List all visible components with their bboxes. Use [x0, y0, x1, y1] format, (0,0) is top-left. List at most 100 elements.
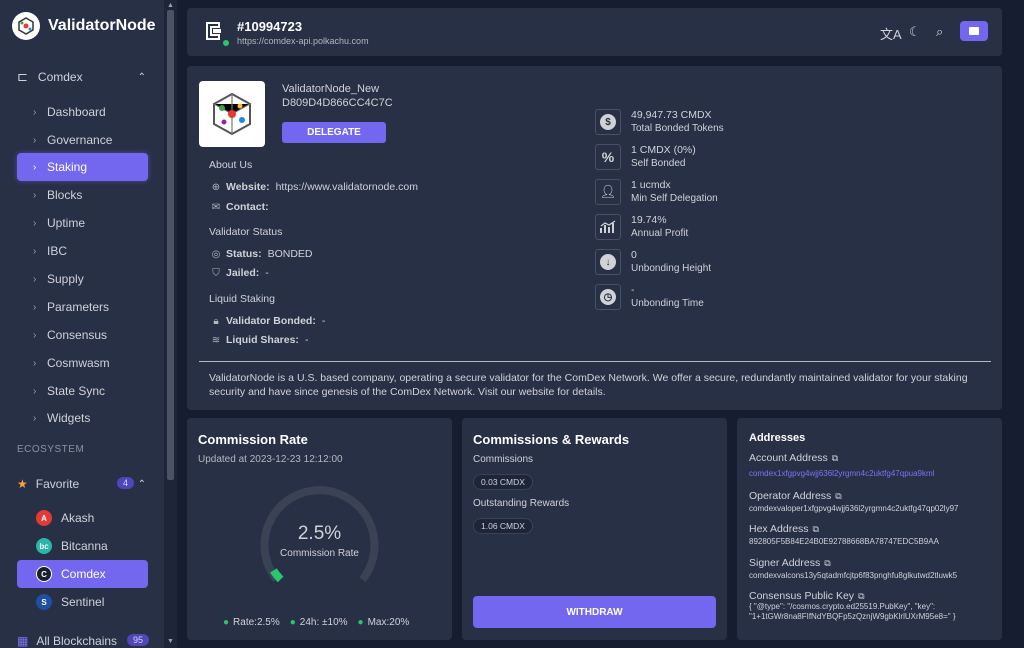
block-height[interactable]: #10994723 — [237, 19, 302, 34]
copy-icon[interactable]: ⧉ — [835, 491, 841, 501]
sidebar-item-cosmwasm[interactable]: › Cosmwasm — [17, 349, 148, 377]
sidebar-group-favorite[interactable]: ★ Favorite 4 ⌃ — [17, 473, 148, 495]
stat-label: Annual Profit — [631, 228, 689, 239]
sidebar-item-uptime[interactable]: › Uptime — [17, 209, 148, 237]
jailed-value: - — [265, 267, 269, 279]
scroll-down-arrow-icon[interactable]: ▼ — [167, 638, 174, 645]
gauge-fill — [270, 568, 284, 583]
chevron-right-icon: › — [33, 134, 37, 146]
sidebar-all-blockchains[interactable]: ▦ All Blockchains 95 — [17, 630, 150, 648]
validator-moniker: ValidatorNode_New — [282, 83, 380, 95]
chevron-right-icon: › — [33, 161, 37, 173]
comdex-icon: ⊏ — [17, 69, 28, 84]
consensus-pubkey-label: Consensus Public Key ⧉ — [749, 590, 865, 602]
divider — [199, 361, 991, 362]
favorite-count-badge: 4 — [117, 477, 135, 489]
commission-stats: ● Rate:2.5% ● 24h: ±10% ● Max:20% — [223, 617, 409, 628]
validatornode-logo-icon — [12, 12, 40, 40]
sidebar-scrollbar[interactable]: ▲ ▼ — [164, 0, 177, 648]
chevron-up-icon: ⌃ — [137, 71, 146, 83]
percent-icon: % — [595, 144, 621, 170]
sidebar-item-staking[interactable]: › Staking — [17, 153, 148, 181]
stat-label: Min Self Delegation — [631, 193, 718, 204]
h24-stat: ● 24h: ±10% — [289, 617, 348, 628]
sidebar-item-label: State Sync — [47, 384, 106, 398]
liquid-staking-title: Liquid Staking — [209, 293, 275, 305]
sidebar-item-consensus[interactable]: › Consensus — [17, 321, 148, 349]
copy-icon[interactable]: ⧉ — [832, 453, 838, 463]
dot-icon: ● — [223, 617, 230, 628]
addresses-title: Addresses — [749, 432, 806, 444]
sidebar-item-governance[interactable]: › Governance — [17, 126, 148, 154]
brand[interactable]: ValidatorNode — [12, 12, 156, 40]
copy-icon[interactable]: ⧉ — [824, 558, 830, 568]
chain-item-sentinel[interactable]: S Sentinel — [17, 588, 148, 616]
search-icon[interactable]: ⌕ — [936, 24, 943, 40]
outstanding-amount: 1.06 CMDX — [473, 518, 533, 534]
bitcanna-icon: bc — [36, 538, 52, 554]
chevron-right-icon: › — [33, 245, 37, 257]
scrollbar-thumb[interactable] — [167, 10, 174, 480]
dollar-icon: $ — [595, 109, 621, 135]
chevron-right-icon: › — [33, 412, 37, 424]
copy-icon[interactable]: ⧉ — [813, 524, 819, 534]
chain-item-akash[interactable]: A Akash — [17, 504, 148, 532]
status-label: Status: — [226, 248, 262, 260]
translate-icon[interactable]: 文A — [880, 24, 902, 43]
sidebar-item-supply[interactable]: › Supply — [17, 265, 148, 293]
sidebar-item-blocks[interactable]: › Blocks — [17, 181, 148, 209]
online-status-dot — [223, 40, 229, 46]
sidebar-item-label: IBC — [47, 244, 68, 258]
stat-value: - — [631, 284, 635, 296]
waves-icon: ≋ — [211, 334, 221, 346]
delegate-button[interactable]: DELEGATE — [282, 122, 386, 143]
chevron-right-icon: › — [33, 329, 37, 341]
liquid-shares-label: Liquid Shares: — [226, 334, 299, 346]
stat-unbonding-time: ◷ - Unbonding Time — [595, 284, 704, 311]
akash-icon: A — [36, 510, 52, 526]
sidebar-item-label: Blocks — [47, 188, 83, 202]
chain-item-bitcanna[interactable]: bc Bitcanna — [17, 532, 148, 560]
withdraw-button[interactable]: WITHDRAW — [473, 596, 716, 628]
rpc-endpoint-url: https://comdex-api.polkachu.com — [237, 36, 369, 46]
sidebar-item-dashboard[interactable]: › Dashboard — [17, 98, 148, 126]
account-address-link[interactable]: comdex1xfgpvg4wjj636l2yrgmn4c2uktfg47qpu… — [749, 469, 934, 478]
stat-label: Unbonding Height — [631, 263, 712, 274]
stat-label: Total Bonded Tokens — [631, 123, 724, 134]
favorite-label: Favorite — [35, 477, 80, 491]
validator-bonded-row: 🔒︎ Validator Bonded: - — [210, 315, 325, 327]
stat-min-self-delegation: 👤︎ 1 ucmdx Min Self Delegation — [595, 179, 718, 206]
website-label: Website: — [226, 181, 270, 193]
status-value: BONDED — [267, 248, 313, 260]
sidebar-item-label: Dashboard — [47, 105, 106, 119]
stat-self-bonded: % 1 CMDX (0%) Self Bonded — [595, 144, 696, 171]
commissions-amount: 0.03 CMDX — [473, 474, 533, 490]
sidebar-item-parameters[interactable]: › Parameters — [17, 293, 148, 321]
sidebar-group-comdex[interactable]: ⊏ Comdex ⌃ — [17, 66, 148, 88]
liquid-shares-value: - — [304, 334, 309, 346]
sidebar-item-widgets[interactable]: › Widgets — [17, 404, 148, 432]
dot-icon: ● — [357, 617, 364, 628]
chain-item-comdex[interactable]: C Comdex — [17, 560, 148, 588]
user-icon: 👤︎ — [595, 179, 621, 205]
commission-rate-card: Commission Rate Updated at 2023-12-23 12… — [187, 418, 452, 640]
sidebar-item-ibc[interactable]: › IBC — [17, 237, 148, 265]
commission-label: Commission Rate — [280, 548, 359, 559]
validator-bonded-value: - — [321, 315, 326, 327]
copy-icon[interactable]: ⧉ — [858, 591, 864, 601]
validator-bonded-label: Validator Bonded: — [226, 315, 316, 327]
hex-address: 892805F5B84E24B0E92788668BA78747EDC5B9AA — [749, 537, 939, 546]
sidebar-item-state-sync[interactable]: › State Sync — [17, 377, 148, 405]
website-link[interactable]: https://www.validatornode.com — [276, 181, 418, 193]
stat-value: 19.74% — [631, 214, 667, 226]
dark-mode-icon[interactable]: ☾ — [909, 24, 921, 40]
chevron-right-icon: › — [33, 106, 37, 118]
operator-address: comdexvaloper1xfgpvg4wjj636l2yrgmn4c2ukt… — [749, 504, 959, 513]
chain-label: Akash — [61, 511, 95, 525]
wallet-button[interactable] — [960, 21, 988, 41]
scroll-up-arrow-icon[interactable]: ▲ — [167, 2, 174, 9]
shield-alert-icon: ⛉ — [212, 267, 220, 279]
chevron-right-icon: › — [33, 301, 37, 313]
ecosystem-section-title: ECOSYSTEM — [17, 444, 85, 455]
chevron-right-icon: › — [33, 357, 37, 369]
